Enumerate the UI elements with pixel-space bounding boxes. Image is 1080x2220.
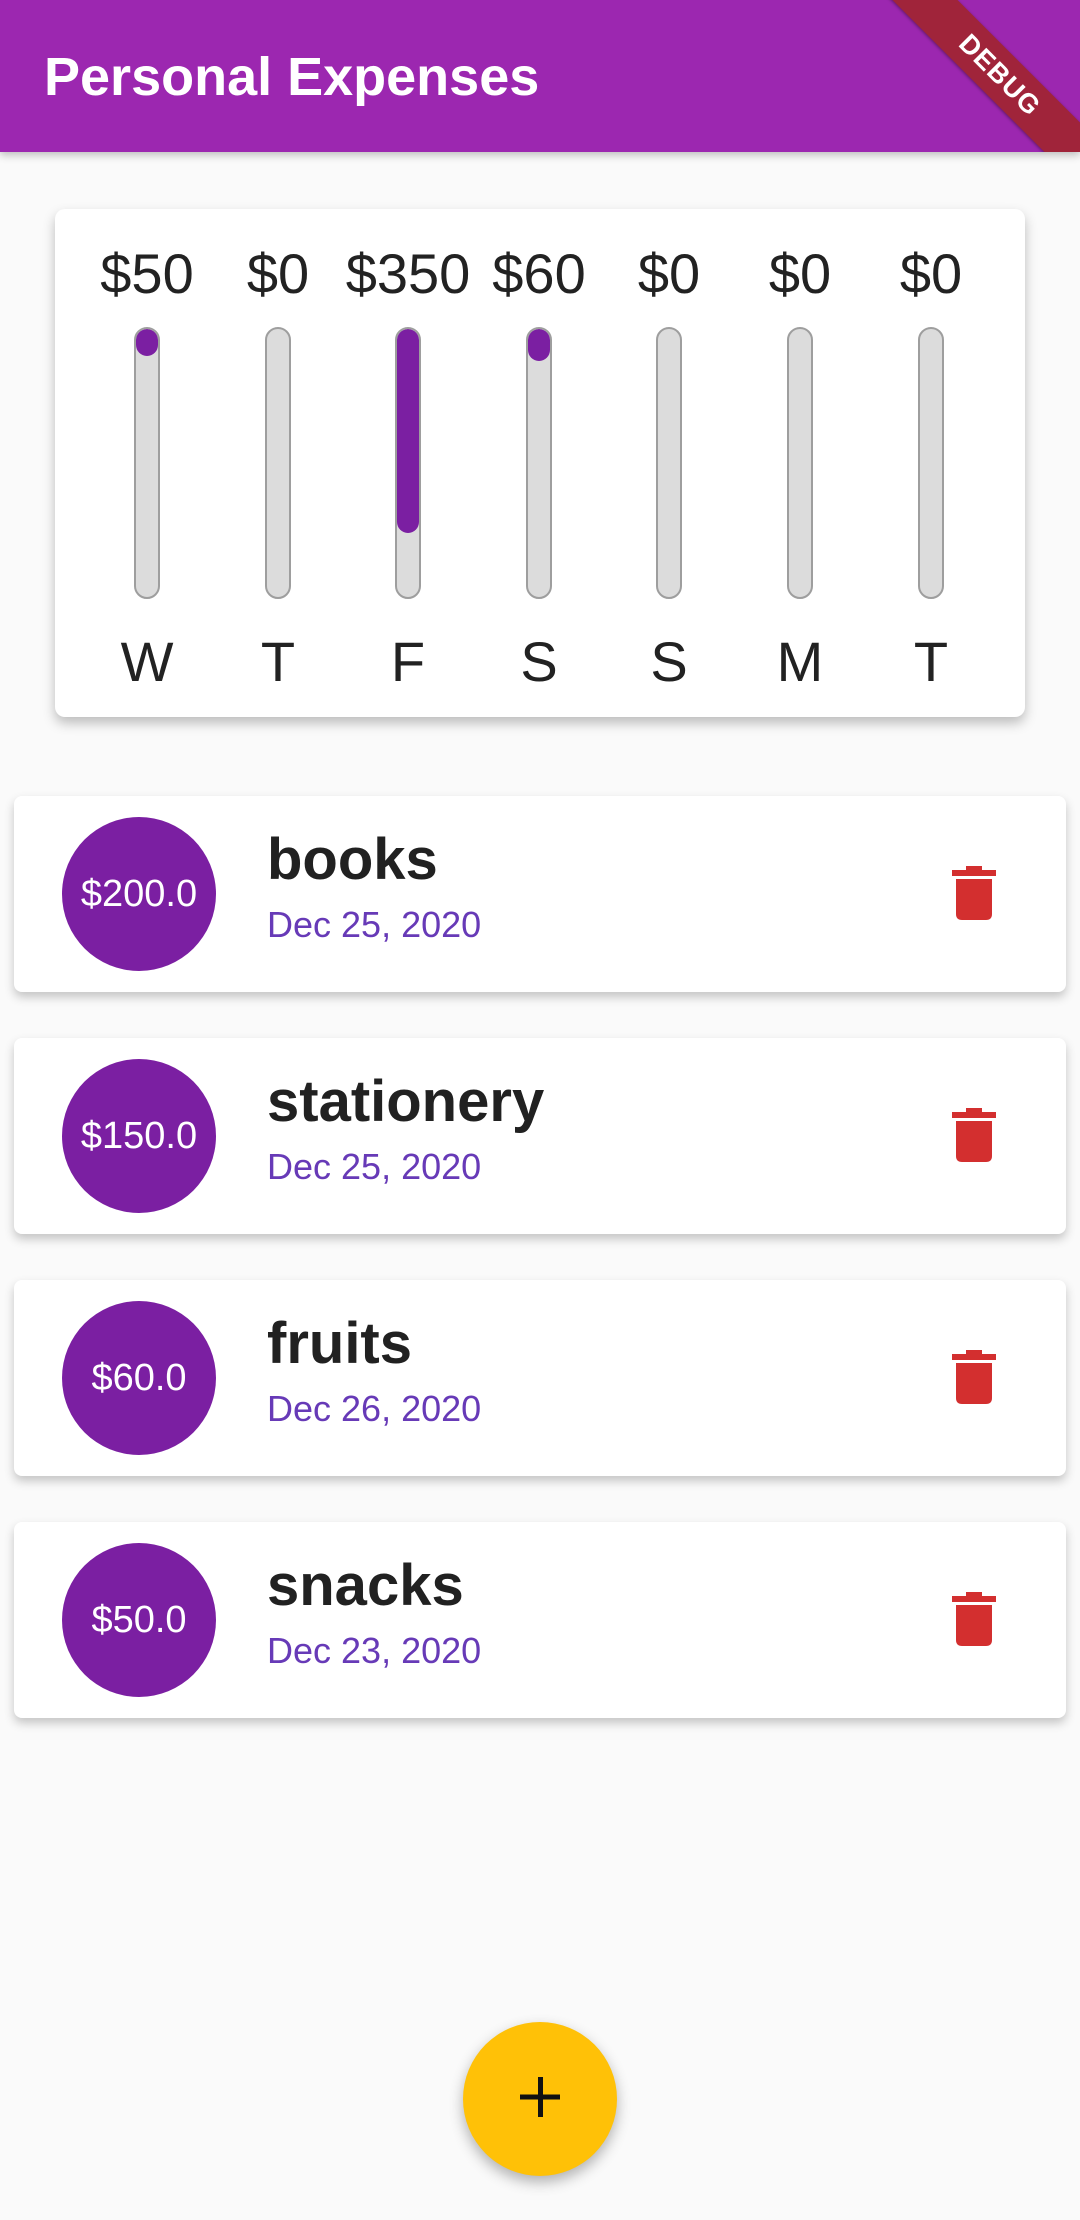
delete-icon[interactable] bbox=[952, 1108, 996, 1162]
bar-day-label: F bbox=[390, 630, 426, 693]
bar-track bbox=[526, 327, 552, 599]
bar-day-label: S bbox=[650, 630, 688, 693]
transaction-card: $60.0 fruits Dec 26, 2020 bbox=[14, 1280, 1066, 1476]
transaction-title: fruits bbox=[267, 1311, 412, 1376]
transaction-title: snacks bbox=[267, 1553, 464, 1618]
chart-bar: $350 F bbox=[346, 209, 471, 717]
transaction-date: Dec 23, 2020 bbox=[267, 1630, 482, 1671]
amount-avatar: $60.0 bbox=[62, 1301, 216, 1455]
bar-track bbox=[918, 327, 944, 599]
bar-day-label: T bbox=[913, 630, 949, 693]
add-transaction-fab[interactable] bbox=[463, 2022, 617, 2176]
bar-fill bbox=[397, 329, 419, 533]
delete-icon[interactable] bbox=[952, 1350, 996, 1404]
amount-avatar: $200.0 bbox=[62, 817, 216, 971]
chart-bar: $0 T bbox=[871, 209, 991, 717]
chart-bar: $60 S bbox=[479, 209, 599, 717]
bar-day-label: M bbox=[776, 630, 824, 693]
chart-bar: $0 S bbox=[609, 209, 729, 717]
bar-fill bbox=[136, 329, 158, 356]
bar-day-label: S bbox=[520, 630, 558, 693]
bar-track bbox=[134, 327, 160, 599]
amount-avatar: $150.0 bbox=[62, 1059, 216, 1213]
delete-icon[interactable] bbox=[952, 866, 996, 920]
bar-track bbox=[787, 327, 813, 599]
transaction-title: books bbox=[267, 827, 438, 892]
weekly-chart-card: $50 W $0 T $350 F $60 S $0 S $0 M $0 T bbox=[55, 209, 1025, 717]
bar-track bbox=[656, 327, 682, 599]
amount-avatar: $50.0 bbox=[62, 1543, 216, 1697]
transaction-card: $150.0 stationery Dec 25, 2020 bbox=[14, 1038, 1066, 1234]
add-icon bbox=[516, 2073, 564, 2126]
chart-bar: $0 M bbox=[740, 209, 860, 717]
transaction-date: Dec 25, 2020 bbox=[267, 904, 482, 945]
debug-banner: DEBUG bbox=[877, 0, 1080, 152]
delete-icon[interactable] bbox=[952, 1592, 996, 1646]
bar-day-label: T bbox=[260, 630, 296, 693]
transaction-date: Dec 26, 2020 bbox=[267, 1388, 482, 1429]
transaction-date: Dec 25, 2020 bbox=[267, 1146, 482, 1187]
app-title: Personal Expenses bbox=[44, 47, 540, 107]
bar-fill bbox=[528, 329, 550, 361]
app-bar: Personal Expenses DEBUG bbox=[0, 0, 1080, 152]
bar-amount: $0 bbox=[899, 242, 963, 305]
transaction-card: $200.0 books Dec 25, 2020 bbox=[14, 796, 1066, 992]
bar-track bbox=[265, 327, 291, 599]
chart-bar: $50 W bbox=[87, 209, 207, 717]
transaction-card: $50.0 snacks Dec 23, 2020 bbox=[14, 1522, 1066, 1718]
transaction-title: stationery bbox=[267, 1069, 545, 1134]
bar-day-label: W bbox=[120, 630, 174, 693]
chart-bar: $0 T bbox=[218, 209, 338, 717]
bar-track bbox=[395, 327, 421, 599]
